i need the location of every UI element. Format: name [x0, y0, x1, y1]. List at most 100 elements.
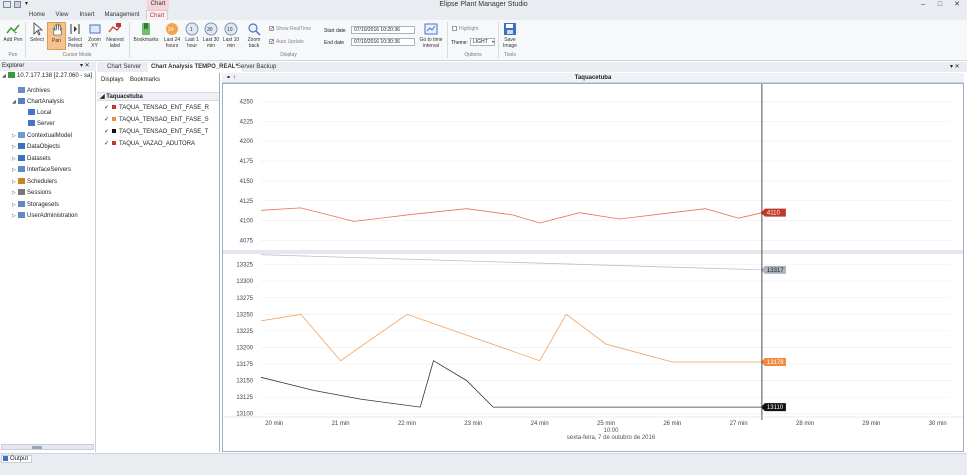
chart-svg[interactable]: 4075410041254150417542004225425041101310… [223, 84, 963, 451]
nearest-label-icon [108, 23, 122, 33]
tree-item[interactable]: ▷ Datasets [12, 155, 51, 163]
series-check-icon[interactable]: ✓ [104, 141, 109, 147]
y-tick-label: 4075 [240, 238, 254, 244]
maximize-button[interactable]: □ [932, 0, 948, 10]
quick-access-dropdown-icon[interactable]: ▾ [25, 1, 31, 8]
show-realtime-checkbox[interactable]: ✓ [269, 26, 274, 32]
save-icon[interactable] [14, 1, 21, 8]
last-1-hour-button[interactable]: 1 Last 1 hour [183, 22, 201, 49]
title-bar: Elipse Plant Manager Studio ▾ [0, 0, 967, 10]
pan-button[interactable]: Pan [47, 22, 66, 50]
tree-item-label: Archives [27, 88, 51, 94]
tree-item[interactable]: ▷ UserAdministration [12, 212, 78, 220]
bookmarks-tab[interactable]: Bookmarks [130, 77, 160, 83]
zoom-back-button[interactable]: Zoom back [244, 22, 264, 49]
last-10-min-button[interactable]: 10 Last 10 min [222, 22, 240, 49]
value-label: 13178 [767, 360, 784, 366]
tab-management[interactable]: Management [102, 10, 142, 20]
doc-tab-chart-server[interactable]: Chart Server [104, 63, 144, 72]
doc-tab-chart-analysis[interactable]: Chart Analysis TEMPO_REAL* [148, 63, 241, 72]
series-check-icon[interactable]: ✓ [104, 105, 109, 111]
tab-chart[interactable]: Chart [146, 10, 168, 20]
tab-insert[interactable]: Insert [76, 10, 98, 20]
series-group-header[interactable]: ◢ Taquacetuba [97, 92, 219, 101]
last-24-hours-label: Last 24 hours [163, 37, 181, 49]
last-10-min-icon: 10 [224, 22, 238, 36]
theme-select[interactable]: LIGHT ▾ [470, 38, 495, 46]
series-item[interactable]: ✓ TAQUA_TENSAO_ENT_FASE_T [104, 128, 208, 136]
bookmarks-button[interactable]: Bookmarks [131, 22, 161, 43]
show-realtime-label: Show RealTime [276, 26, 312, 32]
output-icon [3, 456, 8, 461]
tab-view[interactable]: View [52, 10, 72, 20]
svg-text:1: 1 [190, 27, 193, 33]
x-tick-label: 22 min [398, 421, 416, 427]
highlight-checkbox[interactable] [452, 26, 457, 32]
select-button[interactable]: Select [27, 22, 47, 43]
save-image-button[interactable]: Save Image [500, 22, 520, 49]
tree-item[interactable]: ▷ Storagesets [12, 201, 59, 209]
cursor-arrow-icon [33, 22, 44, 36]
explorer-scrollbar[interactable] [1, 444, 94, 450]
tab-home[interactable]: Home [26, 10, 48, 20]
output-tab[interactable]: Output [1, 455, 33, 463]
tree-item[interactable]: ◢ ChartAnalysis [12, 98, 64, 106]
y-tick-label: 4175 [240, 159, 254, 165]
series-item[interactable]: ✓ TAQUA_VAZAO_ADUTORA [104, 140, 195, 148]
tree-root[interactable]: ◢ 10.7.177.138 [2.27.060 - sa] [2, 72, 92, 80]
doc-tab-server-backup[interactable]: Server Backup [234, 63, 279, 72]
folder-icon [18, 87, 25, 94]
tree-item[interactable]: ▷ ContextualModel [12, 132, 72, 140]
value-label: 4110 [767, 211, 781, 217]
start-date-input[interactable]: 07/10/2016 10:20:36 [351, 26, 415, 34]
tree-item[interactable]: ▷ DataObjects [12, 143, 60, 151]
auto-update-checkbox[interactable]: ✓ [269, 39, 274, 45]
tree-item-label: Server [37, 121, 55, 127]
last-24-hours-button[interactable]: 24 Last 24 hours [162, 22, 182, 49]
tree-item[interactable]: ▷ Sessions [12, 189, 51, 197]
doc-tab-close-icon[interactable]: ▾ ✕ [950, 63, 960, 70]
tree-item[interactable]: Server [22, 120, 55, 128]
hand-icon [52, 23, 62, 36]
bookmarks-icon [142, 23, 150, 35]
nearest-label-button[interactable]: Nearest label [104, 22, 126, 49]
tree-item[interactable]: Archives [12, 87, 50, 95]
y-tick-label: 13150 [236, 379, 253, 385]
add-pen-button[interactable]: + Add Pen [3, 22, 23, 43]
tree-item[interactable]: ▷ InterfaceServers [12, 166, 71, 174]
highlight-label: Highlight [459, 26, 479, 32]
series-item[interactable]: ✓ TAQUA_TENSAO_ENT_FASE_R [104, 104, 209, 112]
scrollbar-thumb[interactable] [32, 446, 42, 449]
show-realtime-option[interactable]: ✓ Show RealTime [269, 26, 311, 32]
pan-label: Pan [52, 38, 61, 44]
tree-root-label: 10.7.177.138 [2.27.060 - sa] [17, 73, 93, 79]
series-name: TAQUA_TENSAO_ENT_FASE_R [119, 105, 209, 111]
end-date-input[interactable]: 07/10/2016 10:30:36 [351, 38, 415, 46]
tree-item[interactable]: ▷ Schedulers [12, 178, 57, 186]
svg-text:+: + [14, 31, 18, 36]
highlight-option[interactable]: Highlight [452, 26, 478, 32]
tree-item[interactable]: Local [22, 109, 51, 117]
chart-header: ⚭ ↑ Taquacetuba [222, 73, 964, 83]
series-check-icon[interactable]: ✓ [104, 129, 109, 135]
series-color-swatch [112, 141, 117, 146]
context-tab-label: Chart [147, 0, 169, 10]
go-to-interval-button[interactable]: Go to time interval [418, 22, 444, 49]
tree-item-label: Datasets [27, 156, 51, 162]
display-group-label: Display [280, 52, 297, 58]
close-button[interactable]: ✕ [949, 0, 965, 10]
series-line [260, 360, 762, 408]
pin-icon[interactable]: ▾ ✕ [80, 62, 90, 71]
zoom-xy-button[interactable]: Zoom XY [86, 22, 103, 49]
series-item[interactable]: ✓ TAQUA_TENSAO_ENT_FASE_S [104, 116, 209, 124]
last-30-min-button[interactable]: 30 Last 30 min [202, 22, 220, 49]
displays-tab[interactable]: Displays [101, 77, 124, 83]
minimize-button[interactable]: – [915, 0, 931, 10]
auto-update-option[interactable]: ✓ Auto Update [269, 39, 304, 45]
zoom-xy-label: Zoom XY [88, 37, 101, 49]
series-group-label: Taquacetuba [106, 94, 143, 100]
series-check-icon[interactable]: ✓ [104, 117, 109, 123]
chart-area[interactable]: 4075 4100 4125 4150 4175 4200 4225 4250 4110 1310… [222, 83, 964, 452]
folder-icon [18, 212, 25, 219]
select-period-button[interactable]: Select Period [66, 22, 84, 49]
